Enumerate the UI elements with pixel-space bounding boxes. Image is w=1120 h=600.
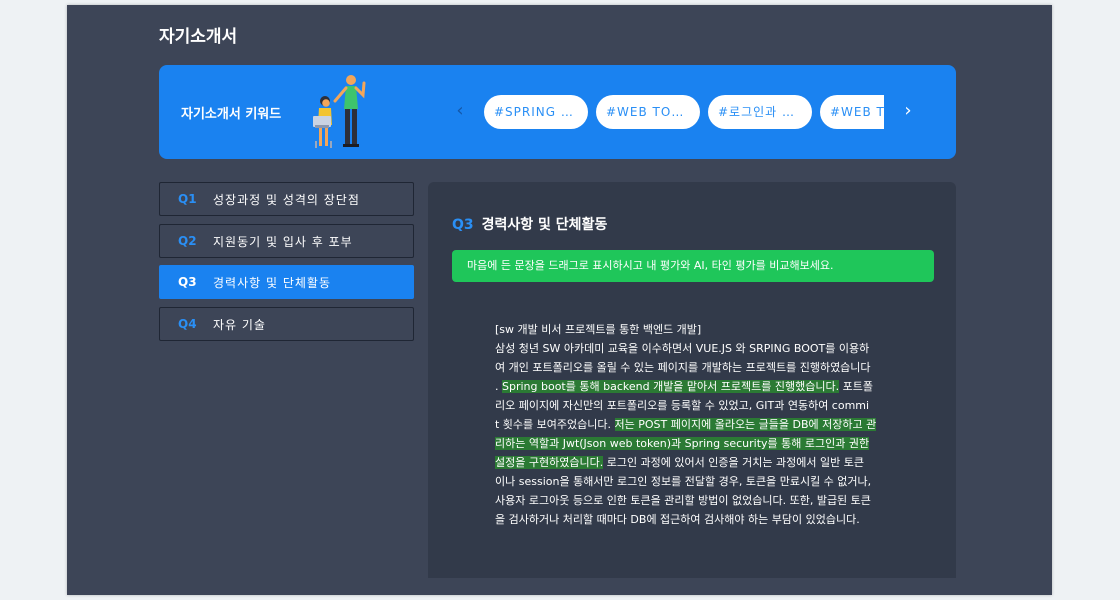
banner-title: 자기소개서 키워드 [181,107,282,122]
answer-heading: Q3 경력사항 및 단체활동 [452,214,607,234]
question-number: Q4 [178,316,197,331]
question-number: Q3 [178,275,197,289]
keyword-banner: 자기소개서 키워드 ‹ #SPRING BOOT #WEB TOKEN #로그인… [159,65,956,159]
highlighted-sentence: 리하는 역할과 Jwt(Json web token)과 Spring secu… [495,437,870,450]
question-label: 성장과정 및 성격의 장단점 [213,193,360,207]
question-item-q4[interactable]: Q4 자유 기술 [159,306,414,341]
question-label: 지원동기 및 입사 후 포부 [213,234,353,249]
answer-question-number: Q3 [452,217,474,233]
chevron-left-icon[interactable]: ‹ [450,99,470,123]
essay-line: t 횟수를 보여주었습니다. 저는 POST 페이지에 올라오는 글들을 DB에… [495,415,880,434]
essay-text[interactable]: [sw 개발 비서 프로젝트를 통한 백엔드 개발] 삼성 청년 SW 아카데미 … [495,320,880,529]
essay-segment: [sw 개발 비서 프로젝트를 통한 백엔드 개발] [495,323,702,336]
question-list: Q1 성장과정 및 성격의 장단점 Q2 지원동기 및 입사 후 포부 Q3 경… [159,182,414,348]
question-item-q2[interactable]: Q2 지원동기 및 입사 후 포부 [159,223,414,258]
essay-line: 리하는 역할과 Jwt(Json web token)과 Spring secu… [495,434,880,453]
people-illustration-icon [313,75,366,148]
chevron-right-icon[interactable]: › [898,99,918,123]
essay-segment: 이나 session을 통해서만 로그인 정보를 전달할 경우, 토큰을 만료시… [495,475,872,488]
essay-segment: t 횟수를 보여주었습니다. [495,418,615,431]
highlighted-sentence: 설정을 구현하였습니다. [495,456,604,469]
question-item-q3[interactable]: Q3 경력사항 및 단체활동 [159,265,414,299]
essay-line: [sw 개발 비서 프로젝트를 통한 백엔드 개발] [495,320,880,339]
keyword-carousel: #SPRING BOOT #WEB TOKEN #로그인과 권한 #WEB TO… [484,95,884,129]
essay-segment: 삼성 청년 SW 아카데미 교육을 이수하면서 VUE.JS 와 SRPING … [495,342,870,355]
essay-segment: 사용자 로그아웃 등으로 인한 토큰을 관리할 방법이 없었습니다. 또한, 발… [495,494,871,507]
essay-line: 삼성 청년 SW 아카데미 교육을 이수하면서 VUE.JS 와 SRPING … [495,339,880,358]
essay-line: . Spring boot를 통해 backend 개발을 맡아서 프로젝트를 … [495,377,880,396]
highlighted-sentence: Spring boot를 통해 backend 개발을 맡아서 프로젝트를 진행… [502,380,840,393]
question-label: 자유 기술 [213,317,266,332]
essay-segment: 로그인 과정에 있어서 인증을 거치는 과정에서 일반 토큰 [603,456,864,469]
question-number: Q2 [178,233,197,248]
essay-line: 사용자 로그아웃 등으로 인한 토큰을 관리할 방법이 없었습니다. 또한, 발… [495,491,880,510]
essay-line: 설정을 구현하였습니다. 로그인 과정에 있어서 인증을 거치는 과정에서 일반… [495,453,880,472]
highlighted-sentence: 저는 POST 페이지에 올라오는 글들을 DB에 저장하고 관 [614,418,877,431]
essay-segment: 을 검사하거나 처리할 때마다 DB에 접근하여 검사해야 하는 부담이 있었습… [495,513,860,526]
keyword-chip[interactable]: #WEB TOKEN [596,95,700,129]
question-label: 경력사항 및 단체활동 [213,276,331,290]
essay-line: 리오 페이지에 자신만의 포트폴리오를 등록할 수 있었고, GIT과 연동하여… [495,396,880,415]
question-item-q1[interactable]: Q1 성장과정 및 성격의 장단점 [159,182,414,216]
instruction-banner: 마음에 든 문장을 드래그로 표시하시고 내 평가와 AI, 타인 평가를 비교… [452,250,934,282]
essay-segment: . [495,380,502,393]
page-title: 자기소개서 [159,27,238,47]
answer-panel: Q3 경력사항 및 단체활동 마음에 든 문장을 드래그로 표시하시고 내 평가와… [428,182,956,578]
essay-line: 여 개인 포트폴리오를 올릴 수 있는 페이지를 개발하는 프로젝트를 진행하였… [495,358,880,377]
essay-line: 이나 session을 통해서만 로그인 정보를 전달할 경우, 토큰을 만료시… [495,472,880,491]
answer-title: 경력사항 및 단체활동 [481,217,608,233]
keyword-chip[interactable]: #로그인과 권한 [708,95,812,129]
essay-segment: 리오 페이지에 자신만의 포트폴리오를 등록할 수 있었고, GIT과 연동하여… [495,399,870,412]
essay-line: 을 검사하거나 처리할 때마다 DB에 접근하여 검사해야 하는 부담이 있었습… [495,510,880,529]
keyword-chip[interactable]: #WEB TOKEN [820,95,884,129]
essay-segment: 여 개인 포트폴리오를 올릴 수 있는 페이지를 개발하는 프로젝트를 진행하였… [495,361,871,374]
essay-segment: 포트폴 [839,380,873,393]
keyword-chip[interactable]: #SPRING BOOT [484,95,588,129]
question-number: Q1 [178,192,197,206]
